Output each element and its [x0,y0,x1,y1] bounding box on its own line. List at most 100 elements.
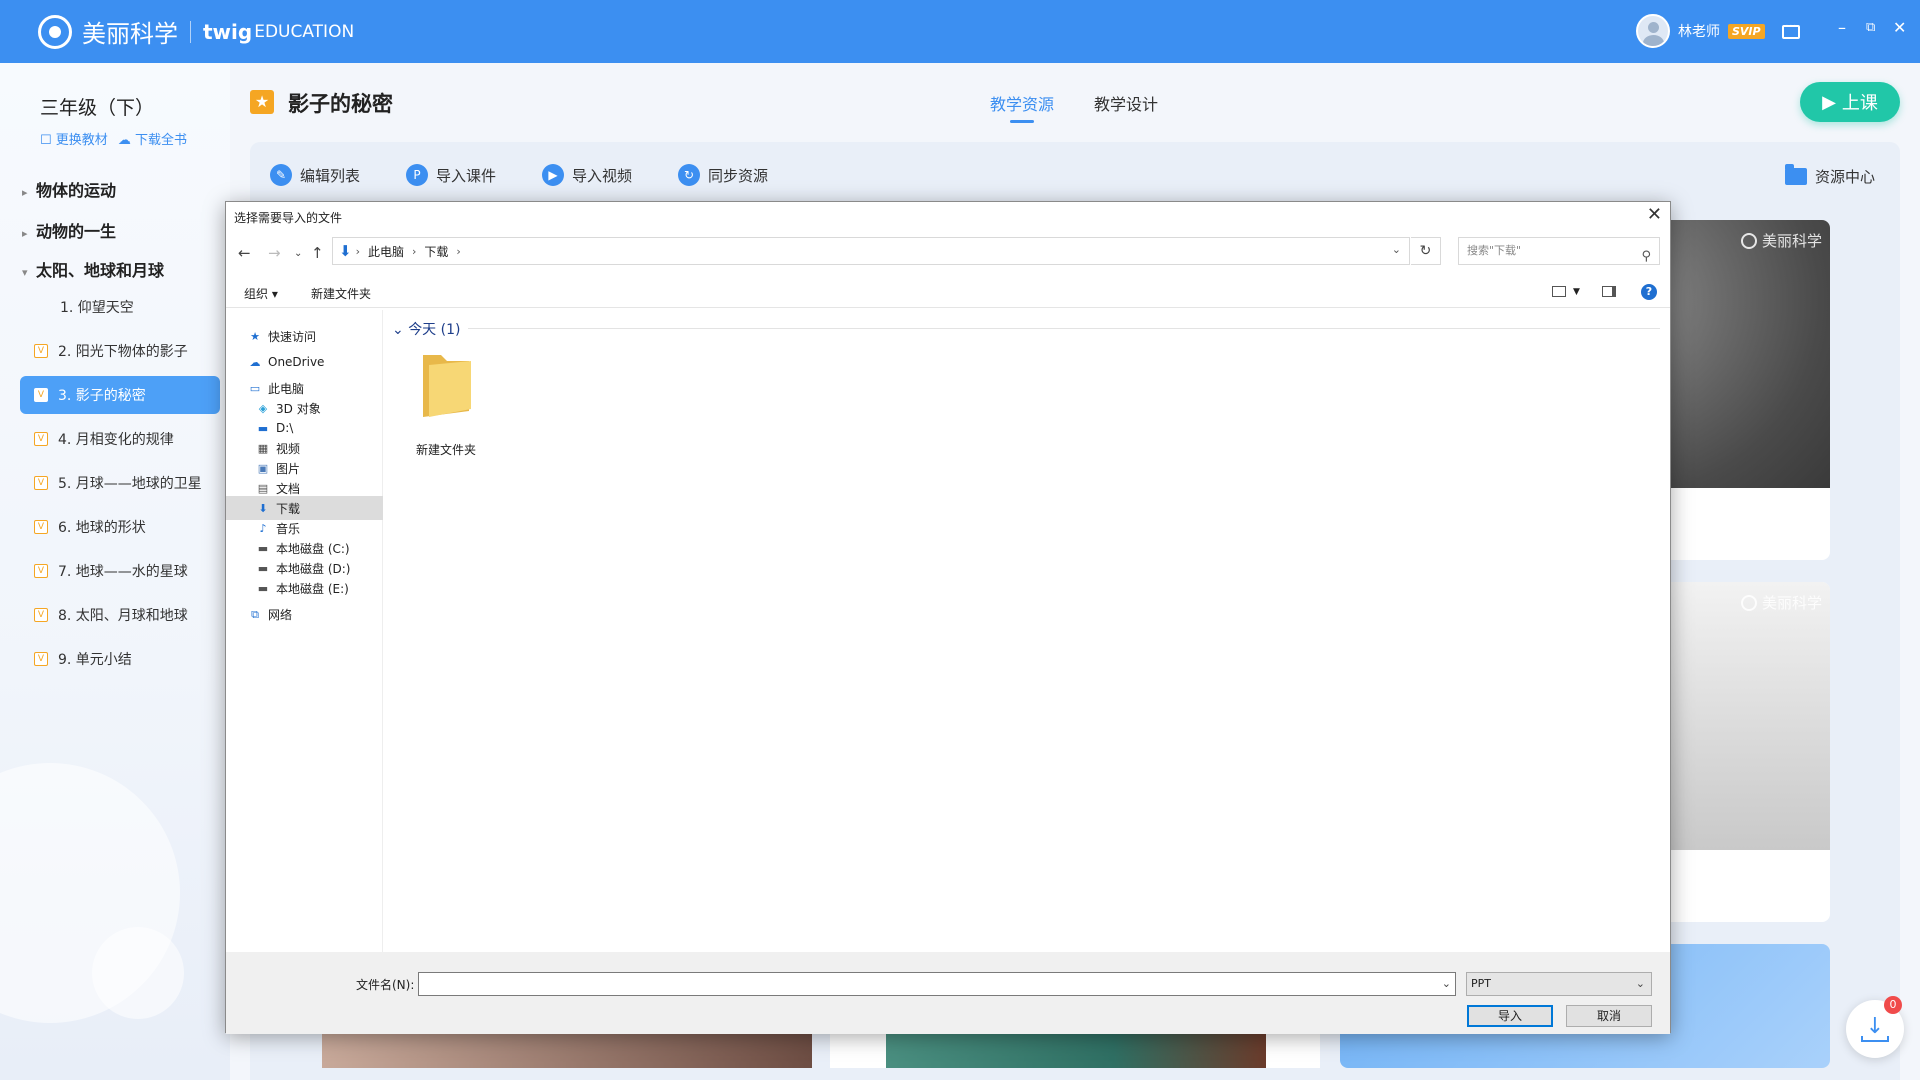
edit-list-button[interactable]: ✎ 编辑列表 [270,164,360,186]
chevron-down-icon[interactable]: ⌄ [1442,977,1451,990]
help-icon[interactable]: ? [1641,284,1657,300]
nav-label: 本地磁盘 (D:) [276,561,351,576]
nav-label: 图片 [276,461,301,476]
v-badge-icon: V [34,520,48,534]
lesson-item[interactable]: V 5. 月球——地球的卫星 [20,464,220,502]
nav-disk-e[interactable]: ▬ 本地磁盘 (E:) [226,576,383,600]
cube-icon: ◈ [258,401,268,415]
user-profile[interactable]: 林老师 SVIP [1636,14,1765,48]
star-icon: ★ [250,329,260,343]
v-badge-icon: V [34,564,48,578]
brand-name: 美丽科学 [82,20,178,48]
close-window-button[interactable]: ✕ [1893,20,1906,36]
download-manager-button[interactable]: ↓ 0 [1846,996,1904,1058]
v-badge-icon: V [34,344,48,358]
lesson-item[interactable]: V 6. 地球的形状 [20,508,220,546]
watermark-text: 美丽科学 [1761,232,1822,250]
unit-item[interactable]: ▸ 动物的一生 [22,218,116,242]
tab-teaching-resources[interactable]: 教学资源 [990,91,1054,123]
message-icon[interactable] [1782,19,1800,39]
nav-network[interactable]: ⧉ 网络 [226,602,383,626]
ppt-icon: P [406,164,428,186]
book-actions: ☐ 更换教材 ☁ 下载全书 [40,129,187,148]
minimize-button[interactable]: – [1838,20,1846,36]
command-bar: 组织 ▾ 新建文件夹 ▼ [226,278,1670,308]
up-arrow-icon[interactable]: ↑ [311,244,324,262]
filename-field[interactable]: ⌄ [418,972,1456,996]
change-book-link[interactable]: ☐ 更换教材 [40,129,108,148]
search-input[interactable]: 搜索"下载" ⚲ [1458,237,1660,265]
refresh-button[interactable]: ↻ [1411,237,1441,265]
lesson-item[interactable]: V 9. 单元小结 [20,640,220,678]
sync-icon: ↻ [678,164,700,186]
nav-label: 音乐 [276,521,301,536]
caret-down-icon: ▾ [22,266,28,279]
new-folder-button[interactable]: 新建文件夹 [311,285,371,302]
download-book-label: 下载全书 [134,133,187,148]
organize-menu[interactable]: 组织 ▾ [244,285,278,302]
folder-icon [1785,164,1807,185]
filename-label: 文件名(N): [356,978,415,992]
import-video-button[interactable]: ▶ 导入视频 [542,164,632,186]
download-book-link[interactable]: ☁ 下载全书 [118,129,187,148]
watermark-text: 美丽科学 [1761,594,1822,612]
video-folder-icon: ▦ [257,441,269,455]
lesson-label: 5. 月球——地球的卫星 [58,476,202,492]
address-bar[interactable]: ⬇ › 此电脑 › 下载 › ⌄ [332,237,1410,265]
import-button[interactable]: 导入 [1467,1005,1553,1027]
back-arrow-icon[interactable]: ← [238,244,251,262]
filetype-select[interactable]: PPT ⌄ [1466,972,1652,996]
chevron-down-icon[interactable]: ⌄ [1392,243,1401,256]
v-badge-icon: V [34,652,48,666]
play-icon: ▶ [1822,91,1836,113]
disk-icon: ▬ [257,581,269,595]
avatar[interactable] [1636,14,1670,48]
lesson-item[interactable]: 1. 仰望天空 [20,288,220,326]
filename-input[interactable] [419,973,1455,995]
folder-icon[interactable] [419,351,475,421]
start-class-button[interactable]: ▶ 上课 [1800,82,1900,122]
nav-onedrive[interactable]: ☁ OneDrive [226,350,383,374]
app-logo: 美丽科学 twig EDUCATION [38,14,354,49]
lesson-label: 7. 地球——水的星球 [58,564,188,580]
dialog-close-button[interactable]: ✕ [1647,204,1662,225]
group-header-today[interactable]: ⌄ 今天 (1) [392,319,460,339]
tab-teaching-design[interactable]: 教学设计 [1094,91,1158,115]
unit-item[interactable]: ▾ 太阳、地球和月球 [22,257,164,281]
sync-resources-button[interactable]: ↻ 同步资源 [678,164,768,186]
lesson-label: 9. 单元小结 [58,652,132,668]
view-mode-icon[interactable] [1552,286,1566,297]
breadcrumb-downloads[interactable]: 下载 [424,243,448,260]
file-item-label[interactable]: 新建文件夹 [386,441,506,458]
lesson-item[interactable]: V 7. 地球——水的星球 [20,552,220,590]
disk-icon: ▬ [257,541,269,555]
restore-button[interactable]: ⧉ [1866,20,1875,36]
lesson-item-active[interactable]: V 3. 影子的秘密 [20,376,220,414]
decor-bubble [92,927,184,1019]
chevron-right-icon[interactable]: › [456,245,460,258]
user-name: 林老师 [1678,24,1720,40]
nav-label: 视频 [276,441,301,456]
caret-down-icon[interactable]: ▼ [1573,287,1580,297]
tool-label: 同步资源 [708,166,769,185]
lesson-item[interactable]: V 8. 太阳、月球和地球 [20,596,220,634]
lesson-item[interactable]: V 2. 阳光下物体的影子 [20,332,220,370]
cancel-button[interactable]: 取消 [1566,1005,1652,1027]
import-courseware-button[interactable]: P 导入课件 [406,164,496,186]
nav-label: 文档 [276,481,301,496]
v-badge-icon: V [34,608,48,622]
forward-arrow-icon[interactable]: → [268,244,281,262]
tool-label: 导入课件 [436,166,497,185]
page-title: 影子的秘密 [288,92,393,116]
recent-chevron-icon[interactable]: ⌄ [294,248,302,259]
resource-center-button[interactable]: 资源中心 [1785,164,1875,187]
download-folder-icon: ⬇ [339,242,352,260]
tool-label: 编辑列表 [300,166,361,185]
search-placeholder: 搜索"下载" [1467,244,1522,257]
lesson-item[interactable]: V 4. 月相变化的规律 [20,420,220,458]
nav-label: 快速访问 [268,329,317,344]
preview-pane-icon[interactable] [1602,286,1616,297]
breadcrumb-this-pc[interactable]: 此电脑 [368,243,404,260]
nav-quick-access[interactable]: ★ 快速访问 [226,324,383,348]
unit-item[interactable]: ▸ 物体的运动 [22,177,116,201]
